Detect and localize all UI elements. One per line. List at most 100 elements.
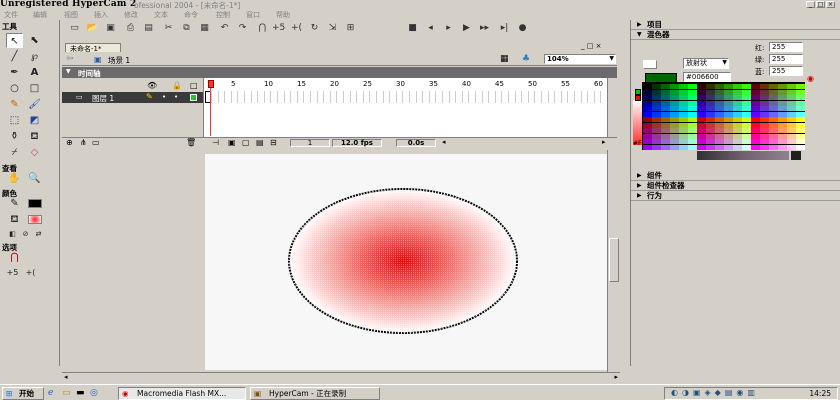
frame-row[interactable] <box>205 91 607 103</box>
palette-swatch[interactable] <box>679 133 688 139</box>
palette-swatch[interactable] <box>688 128 697 133</box>
frame-cell[interactable] <box>508 91 509 103</box>
palette-swatch[interactable] <box>733 122 742 128</box>
cut-icon[interactable]: ✂ <box>162 22 175 35</box>
palette-swatch[interactable] <box>706 122 715 128</box>
palette-swatch[interactable] <box>652 111 661 117</box>
palette-swatch[interactable] <box>742 133 751 139</box>
palette-swatch[interactable] <box>661 144 670 150</box>
palette-swatch[interactable] <box>787 122 796 128</box>
arrow-tool-icon[interactable]: ↖ <box>6 33 23 48</box>
palette-swatch[interactable] <box>706 144 715 150</box>
frame-cell[interactable] <box>600 91 602 103</box>
desktop-icon[interactable]: ▬ <box>76 388 85 398</box>
zoom-select[interactable]: 104% ▼ <box>544 54 616 64</box>
palette-swatch[interactable] <box>688 89 697 95</box>
palette-swatch[interactable] <box>706 100 715 106</box>
lasso-tool-icon[interactable]: ℘ <box>26 49 43 64</box>
palette-swatch[interactable] <box>760 100 769 106</box>
panel-behaviors[interactable]: ▶ 行为 <box>631 191 840 201</box>
step-icon[interactable]: ▸ <box>442 22 455 35</box>
palette-swatch[interactable] <box>787 89 796 95</box>
palette-swatch[interactable] <box>679 111 688 117</box>
swap-colors-icon[interactable]: ⇄ <box>30 227 47 242</box>
palette-swatch[interactable] <box>733 100 742 106</box>
ink-bottle-tool-icon[interactable]: ⚱ <box>6 129 23 144</box>
palette-swatch[interactable] <box>769 133 778 139</box>
palette-swatch[interactable] <box>661 111 670 117</box>
frame-cell[interactable] <box>494 91 496 103</box>
copy-icon[interactable]: ⧉ <box>180 22 193 35</box>
palette-swatch[interactable] <box>724 84 733 89</box>
palette-swatch[interactable] <box>769 100 778 106</box>
menu-control[interactable]: 控制 <box>216 10 230 20</box>
panel-inspector[interactable]: ▶ 组件检查器 <box>631 181 840 191</box>
palette-swatch[interactable] <box>679 89 688 95</box>
palette-swatch[interactable] <box>643 84 652 89</box>
timeline-scroll-right[interactable]: ▸ <box>602 138 606 146</box>
playhead[interactable] <box>208 80 214 88</box>
media-icon[interactable]: ◎ <box>90 388 98 398</box>
palette-swatch[interactable] <box>661 84 670 89</box>
frame-cell[interactable] <box>554 91 556 103</box>
add-folder-icon[interactable]: ▭ <box>92 138 100 147</box>
palette-swatch[interactable] <box>715 128 724 133</box>
palette-swatch[interactable] <box>715 122 724 128</box>
palette-swatch[interactable] <box>796 111 805 117</box>
palette-swatch[interactable] <box>679 95 688 100</box>
palette-swatch[interactable] <box>670 139 679 144</box>
palette-swatch[interactable] <box>742 100 751 106</box>
palette-swatch[interactable] <box>742 139 751 144</box>
palette-swatch[interactable] <box>697 95 706 100</box>
palette-swatch[interactable] <box>787 100 796 106</box>
palette-swatch[interactable] <box>706 106 715 111</box>
palette-swatch[interactable] <box>796 139 805 144</box>
color-wheel-icon[interactable]: ◉ <box>807 74 814 83</box>
center-frame-icon[interactable]: ⊣ <box>212 138 219 147</box>
frame-cell[interactable] <box>442 91 443 103</box>
palette-swatch[interactable] <box>733 106 742 111</box>
redo-icon[interactable]: ↷ <box>236 22 249 35</box>
palette-swatch[interactable] <box>787 128 796 133</box>
palette-swatch[interactable] <box>724 100 733 106</box>
palette-swatch[interactable] <box>769 144 778 150</box>
scene-label[interactable]: 场景 1 <box>108 55 130 66</box>
palette-swatch[interactable] <box>733 139 742 144</box>
palette-swatch[interactable] <box>760 106 769 111</box>
edit-symbol-icon[interactable]: ♣ <box>522 54 530 64</box>
palette-swatch[interactable] <box>670 122 679 128</box>
palette-swatch[interactable] <box>688 100 697 106</box>
rewind-icon[interactable]: ◂ <box>424 22 437 35</box>
palette-swatch[interactable] <box>643 139 652 144</box>
palette-swatch[interactable] <box>661 139 670 144</box>
add-guide-icon[interactable]: ⋔ <box>80 138 87 147</box>
palette-swatch[interactable] <box>661 100 670 106</box>
palette-swatch[interactable] <box>778 128 787 133</box>
palette-swatch[interactable] <box>769 106 778 111</box>
palette-swatch[interactable] <box>751 122 760 128</box>
palette-swatch[interactable] <box>661 106 670 111</box>
palette-swatch[interactable] <box>688 111 697 117</box>
frame-cell[interactable] <box>382 91 384 103</box>
palette-swatch[interactable] <box>751 95 760 100</box>
palette-swatch[interactable] <box>742 106 751 111</box>
frame-cell[interactable] <box>461 91 463 103</box>
paste-icon[interactable]: ▦ <box>198 22 211 35</box>
visible-dot-icon[interactable]: • <box>162 93 166 101</box>
frame-cell[interactable] <box>250 91 252 103</box>
stage-vertical-scrollbar[interactable] <box>607 150 620 372</box>
back-arrow-icon[interactable]: ⇦ <box>66 54 74 64</box>
save-icon[interactable]: ▣ <box>104 22 117 35</box>
palette-swatch[interactable] <box>742 128 751 133</box>
palette-swatch[interactable] <box>697 84 706 89</box>
palette-swatch[interactable] <box>652 144 661 150</box>
doc-window-controls[interactable]: _ □ × <box>581 42 601 50</box>
palette-swatch[interactable] <box>778 117 787 122</box>
hand-tool-icon[interactable]: ✋ <box>6 171 23 186</box>
folder-icon[interactable]: ▭ <box>62 388 71 398</box>
frame-cell[interactable] <box>488 91 490 103</box>
palette-swatch[interactable] <box>670 95 679 100</box>
frame-cell[interactable] <box>329 91 331 103</box>
frame-cell[interactable] <box>501 91 503 103</box>
palette-swatch[interactable] <box>733 128 742 133</box>
